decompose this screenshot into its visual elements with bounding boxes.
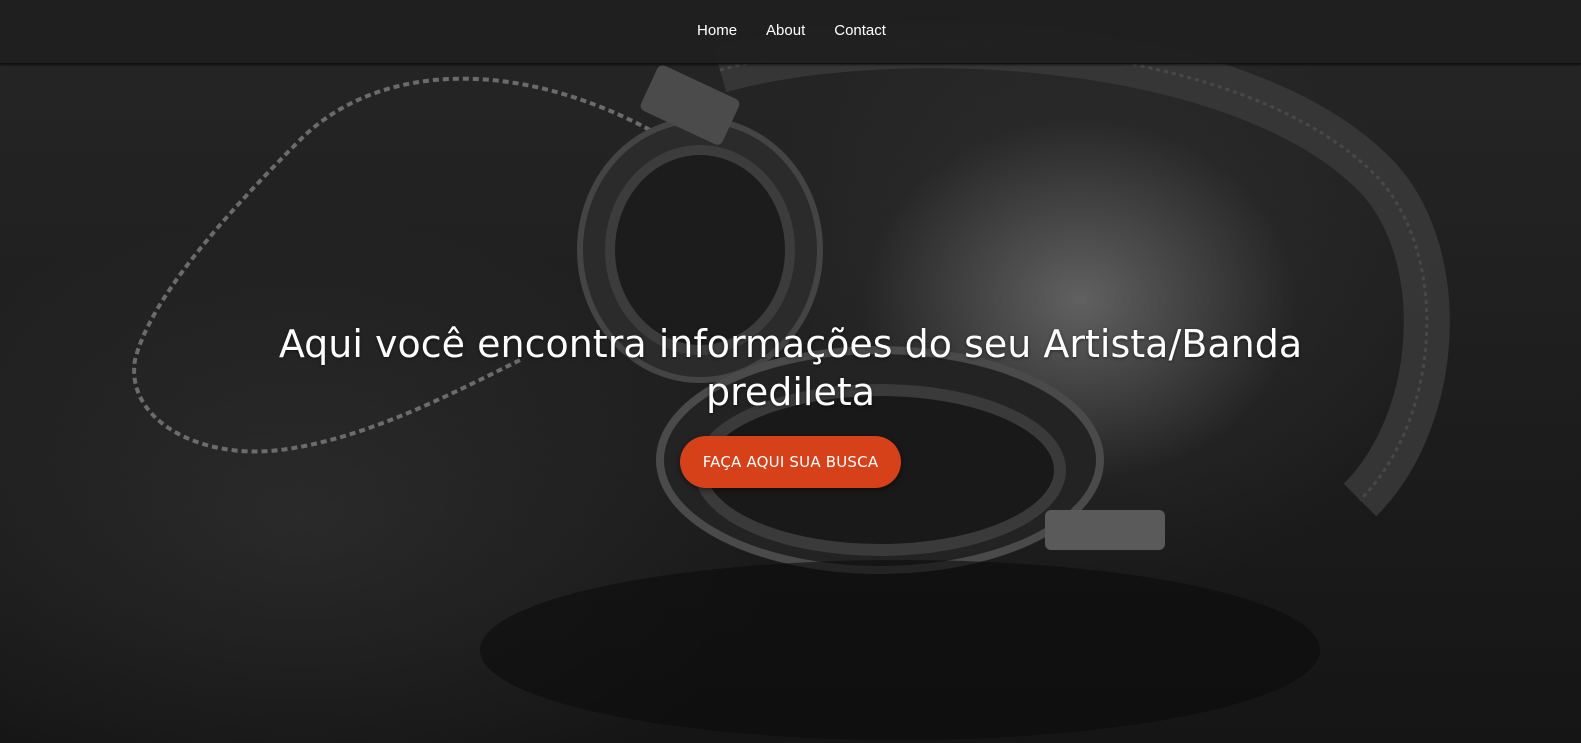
nav-link-about[interactable]: About (766, 22, 805, 39)
hero-content: Aqui você encontra informações do seu Ar… (0, 320, 1581, 488)
search-cta-button[interactable]: FAÇA AQUI SUA BUSCA (680, 436, 901, 488)
nav-links: Home About Contact (697, 22, 886, 39)
hero-title: Aqui você encontra informações do seu Ar… (278, 322, 1303, 414)
nav-link-contact[interactable]: Contact (834, 22, 886, 39)
nav-link-home[interactable]: Home (697, 22, 737, 39)
page: Home About Contact Aqui você encontra in… (0, 0, 1581, 743)
navbar: Home About Contact (0, 0, 1581, 64)
